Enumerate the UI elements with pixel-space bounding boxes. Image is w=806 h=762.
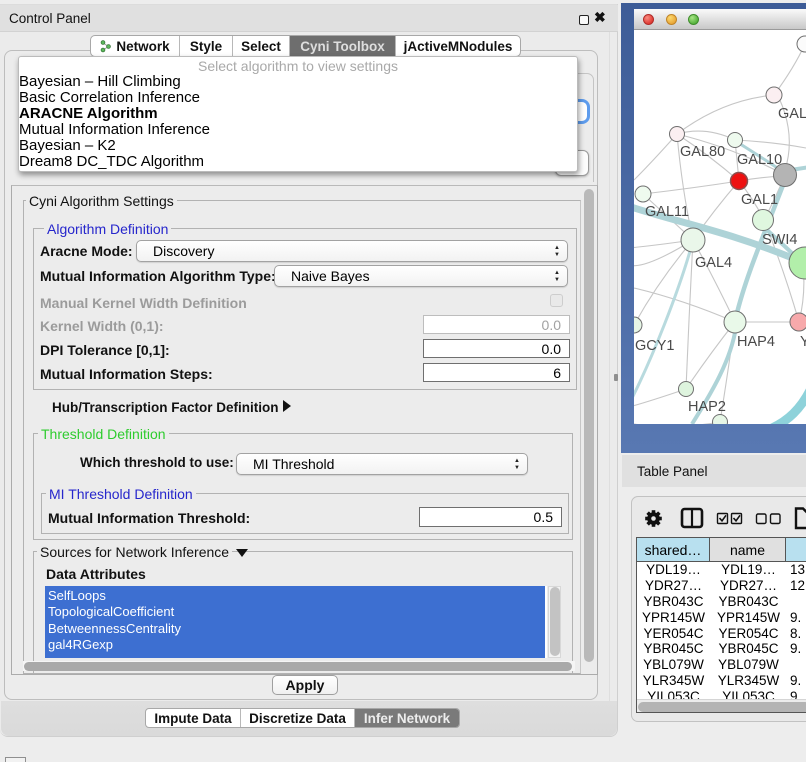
svg-text:GAL1: GAL1 xyxy=(741,192,778,208)
svg-text:HAP4: HAP4 xyxy=(737,334,775,350)
svg-text:GCY1: GCY1 xyxy=(635,338,675,354)
svg-text:HAP2: HAP2 xyxy=(688,399,726,415)
svg-text:GAL11: GAL11 xyxy=(645,204,689,220)
svg-text:GAL80: GAL80 xyxy=(680,144,725,160)
svg-text:GAL10: GAL10 xyxy=(737,152,782,168)
svg-text:GAL7: GAL7 xyxy=(778,106,806,122)
svg-text:SWI4: SWI4 xyxy=(762,232,797,248)
svg-text:GAL4: GAL4 xyxy=(695,255,732,271)
svg-text:Y: Y xyxy=(800,334,806,350)
